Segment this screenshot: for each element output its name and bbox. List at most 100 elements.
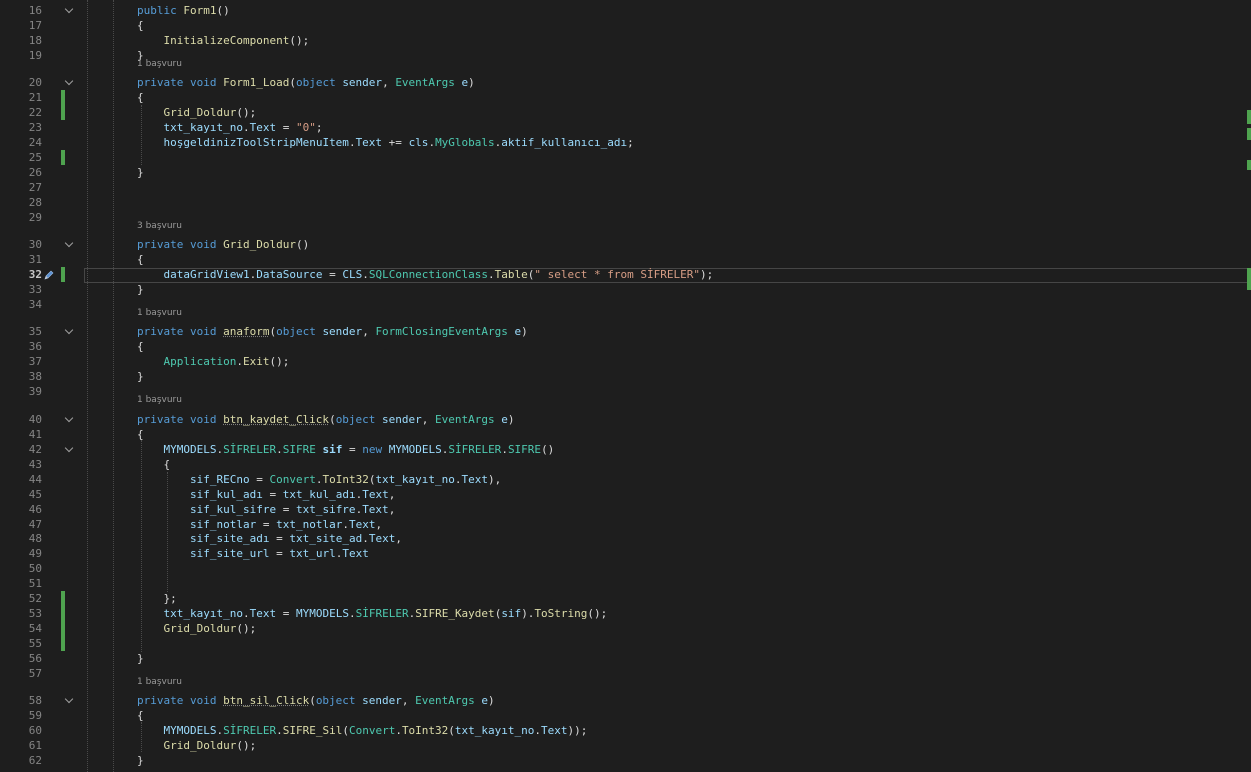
code-text[interactable]: sif_notlar = txt_notlar.Text, (137, 517, 382, 532)
code-text[interactable]: MYMODELS.SİFRELER.SIFRE_Sil(Convert.ToIn… (137, 723, 588, 738)
code-line-61[interactable]: 61 Grid_Doldur(); (0, 738, 1245, 753)
code-line-25[interactable]: 25 (0, 150, 1245, 165)
code-line-48[interactable]: 48 sif_site_adı = txt_site_ad.Text, (0, 531, 1245, 546)
code-line-37[interactable]: 37 Application.Exit(); (0, 354, 1245, 369)
code-text[interactable]: { (137, 90, 144, 105)
code-line-52[interactable]: 52 }; (0, 591, 1245, 606)
code-line-58[interactable]: 58 private void btn_sil_Click(object send… (0, 693, 1245, 708)
code-token: SIFRE_Kaydet (415, 607, 495, 620)
code-text[interactable]: } (137, 282, 144, 297)
code-line-16[interactable]: 16 public Form1() (0, 3, 1245, 18)
chevron-down-icon[interactable] (64, 413, 74, 423)
code-line-49[interactable]: 49 sif_site_url = txt_url.Text (0, 546, 1245, 561)
codelens-reference-count[interactable]: 1 başvuru (137, 395, 182, 406)
code-line-41[interactable]: 41 { (0, 427, 1245, 442)
chevron-down-icon[interactable] (64, 694, 74, 704)
code-line-35[interactable]: 35 private void anaform(object sender, Fo… (0, 324, 1245, 339)
code-text[interactable]: dataGridView1. DataSource = CLS.SQLConnec… (137, 267, 714, 282)
code-token: SIFRE_Sil (282, 724, 343, 737)
code-line-50[interactable]: 50 (0, 561, 1245, 576)
code-text[interactable]: } (137, 753, 144, 768)
code-line-57[interactable]: 57 (0, 666, 1245, 681)
code-text[interactable]: private void Grid_Doldur() (137, 237, 309, 252)
code-text[interactable]: sif_site_url = txt_url.Text (137, 546, 369, 561)
code-text[interactable]: } (137, 651, 144, 666)
code-line-24[interactable]: 24 hoşgeldinizToolStripMenuItem.Text += … (0, 135, 1245, 150)
code-line-54[interactable]: 54 Grid_Doldur(); (0, 621, 1245, 636)
code-text[interactable]: } (137, 165, 144, 180)
code-line-20[interactable]: 20 private void Form1_Load(object sender,… (0, 75, 1245, 90)
code-line-18[interactable]: 18 InitializeComponent(); (0, 33, 1245, 48)
code-line-27[interactable]: 27 (0, 180, 1245, 195)
code-line-26[interactable]: 26} (0, 165, 1245, 180)
code-text[interactable]: { (137, 457, 170, 472)
chevron-down-icon[interactable] (64, 76, 74, 86)
code-line-45[interactable]: 45 sif_kul_adı = txt_kul_adı.Text, (0, 487, 1245, 502)
code-text[interactable]: sif_RECno = Convert.ToInt32(txt_kayıt_no… (137, 472, 501, 487)
code-line-28[interactable]: 28 (0, 195, 1245, 210)
code-text[interactable]: private void btn_sil_Click(object sender… (137, 693, 495, 708)
code-line-29[interactable]: 29 (0, 210, 1245, 225)
code-line-56[interactable]: 56} (0, 651, 1245, 666)
code-text[interactable]: { (137, 18, 144, 33)
code-line-22[interactable]: 22 Grid_Doldur(); (0, 105, 1245, 120)
codelens-reference-count[interactable]: 1 başvuru (137, 308, 182, 319)
code-text[interactable]: private void btn_kaydet_Click(object sen… (137, 412, 515, 427)
code-text[interactable]: { (137, 708, 144, 723)
code-text[interactable]: txt_kayıt_no.Text = "0"; (137, 120, 323, 135)
code-text[interactable]: sif_site_adı = txt_site_ad.Text, (137, 531, 402, 546)
chevron-down-icon[interactable] (64, 4, 74, 14)
line-number: 48 (28, 532, 42, 545)
code-line-31[interactable]: 31 { (0, 252, 1245, 267)
code-line-36[interactable]: 36 { (0, 339, 1245, 354)
code-text[interactable]: Grid_Doldur(); (137, 738, 257, 753)
code-editor[interactable]: 16 public Form1() 17{18 InitializeComponen… (0, 0, 1251, 772)
code-line-32[interactable]: 32 dataGridView1. DataSource = CLS.SQLCon… (0, 267, 1245, 282)
code-line-55[interactable]: 55 (0, 636, 1245, 651)
code-text[interactable]: txt_kayıt_no.Text = MYMODELS.SİFRELER.SI… (137, 606, 608, 621)
code-text[interactable]: Application.Exit(); (137, 354, 290, 369)
code-line-53[interactable]: 53 txt_kayıt_no.Text = MYMODELS.SİFRELER… (0, 606, 1245, 621)
code-text[interactable]: sif_kul_adı = txt_kul_adı.Text, (137, 487, 395, 502)
code-line-43[interactable]: 43 { (0, 457, 1245, 472)
code-line-30[interactable]: 30 private void Grid_Doldur() (0, 237, 1245, 252)
code-line-38[interactable]: 38} (0, 369, 1245, 384)
codelens-reference-count[interactable]: 3 başvuru (137, 221, 182, 232)
code-line-59[interactable]: 59 { (0, 708, 1245, 723)
code-line-60[interactable]: 60 MYMODELS.SİFRELER.SIFRE_Sil(Convert.T… (0, 723, 1245, 738)
chevron-down-icon[interactable] (64, 443, 74, 453)
code-text[interactable]: { (137, 339, 144, 354)
code-text[interactable]: Grid_Doldur(); (137, 621, 257, 636)
code-line-33[interactable]: 33} (0, 282, 1245, 297)
code-text[interactable]: private void anaform(object sender, Form… (137, 324, 528, 339)
code-line-47[interactable]: 47 sif_notlar = txt_notlar.Text, (0, 517, 1245, 532)
code-line-62[interactable]: 62} (0, 753, 1245, 768)
chevron-down-icon[interactable] (64, 238, 74, 248)
code-line-42[interactable]: 42 MYMODELS.SİFRELER.SIFRE sif = new MYM… (0, 442, 1245, 457)
code-text[interactable]: InitializeComponent(); (137, 33, 310, 48)
code-text[interactable]: public Form1() (137, 3, 230, 18)
code-line-40[interactable]: 40 private void btn_kaydet_Click(object s… (0, 412, 1245, 427)
code-text[interactable]: { (137, 252, 144, 267)
code-text[interactable]: private void Form1_Load(object sender, E… (137, 75, 475, 90)
codelens-reference-count[interactable]: 1 başvuru (137, 677, 182, 688)
code-text[interactable]: sif_kul_sifre = txt_sifre.Text, (137, 502, 395, 517)
code-token: ToInt32 (401, 724, 449, 737)
code-text[interactable]: } (137, 369, 144, 384)
code-line-46[interactable]: 46 sif_kul_sifre = txt_sifre.Text, (0, 502, 1245, 517)
code-line-21[interactable]: 21 { (0, 90, 1245, 105)
chevron-down-icon[interactable] (64, 325, 74, 335)
code-line-23[interactable]: 23 txt_kayıt_no.Text = "0"; (0, 120, 1245, 135)
code-text[interactable]: hoşgeldinizToolStripMenuItem.Text += cls… (137, 135, 634, 150)
code-line-51[interactable]: 51 (0, 576, 1245, 591)
code-text[interactable]: Grid_Doldur(); (137, 105, 257, 120)
code-text[interactable]: MYMODELS.SİFRELER.SIFRE sif = new MYMODE… (137, 442, 555, 457)
code-text[interactable]: { (137, 427, 144, 442)
code-line-34[interactable]: 34 (0, 297, 1245, 312)
code-line-39[interactable]: 39 (0, 384, 1245, 399)
codelens-reference-count[interactable]: 1 başvuru (137, 59, 182, 70)
code-line-44[interactable]: 44 sif_RECno = Convert.ToInt32(txt_kayıt… (0, 472, 1245, 487)
code-text[interactable]: }; (137, 591, 176, 606)
code-line-17[interactable]: 17 { (0, 18, 1245, 33)
code-line-19[interactable]: 19} (0, 48, 1245, 63)
